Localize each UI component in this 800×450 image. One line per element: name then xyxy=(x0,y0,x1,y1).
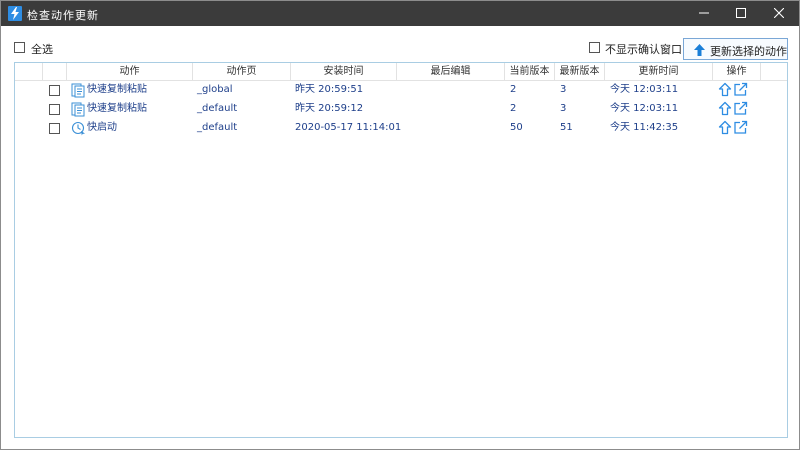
action-name: 快速复制粘贴 xyxy=(87,103,147,114)
external-link-icon[interactable] xyxy=(733,101,748,116)
table-row[interactable]: 快速复制粘贴 _default 昨天 20:59:12 2 3 今天 12:03… xyxy=(15,100,787,119)
maximize-button[interactable] xyxy=(724,1,758,26)
installed-time: 昨天 20:59:12 xyxy=(295,103,364,114)
arrow-up-icon xyxy=(694,44,705,56)
column-header-last-edit[interactable]: 最后编辑 xyxy=(397,63,505,80)
row-checkbox[interactable] xyxy=(49,85,60,96)
update-selected-button[interactable]: 更新选择的动作 xyxy=(683,38,788,60)
action-page: _default xyxy=(197,103,238,114)
installed-time: 昨天 20:59:51 xyxy=(295,84,364,95)
updated-time: 今天 12:03:11 xyxy=(610,84,679,95)
table-row[interactable]: 快启动 _default 2020-05-17 11:14:01 50 51 今… xyxy=(15,119,787,138)
column-header-checkbox xyxy=(15,63,43,80)
column-header-latest-version[interactable]: 最新版本 xyxy=(555,63,605,80)
current-version: 50 xyxy=(510,122,523,133)
updated-time: 今天 11:42:35 xyxy=(610,122,679,133)
maximize-icon xyxy=(736,8,746,18)
action-page: _default xyxy=(197,122,238,133)
table-header: 动作 动作页 安装时间 最后编辑 当前版本 最新版本 更新时间 操作 xyxy=(15,63,787,81)
action-name: 快启动 xyxy=(87,122,117,133)
latest-version: 51 xyxy=(560,122,573,133)
column-header-current-version[interactable]: 当前版本 xyxy=(505,63,555,80)
external-link-icon[interactable] xyxy=(733,120,748,135)
column-header-spacer xyxy=(43,63,67,80)
window: 检查动作更新 全选 不显示确认窗口 更新选择的动作 动作 动作页 安装时间 最后… xyxy=(0,0,800,450)
minimize-icon xyxy=(699,12,709,14)
select-all-label: 全选 xyxy=(31,43,53,56)
close-icon xyxy=(774,8,784,18)
no-confirm-label: 不显示确认窗口 xyxy=(605,43,682,56)
select-all-checkbox[interactable] xyxy=(14,42,25,53)
close-button[interactable] xyxy=(762,1,796,26)
no-confirm-checkbox[interactable] xyxy=(589,42,600,53)
title-bar[interactable]: 检查动作更新 xyxy=(1,1,799,26)
minimize-button[interactable] xyxy=(687,1,721,26)
actions-table: 动作 动作页 安装时间 最后编辑 当前版本 最新版本 更新时间 操作 快速复制粘… xyxy=(14,62,788,438)
quick-launch-icon xyxy=(71,121,85,136)
column-header-updated[interactable]: 更新时间 xyxy=(605,63,713,80)
copy-paste-icon xyxy=(71,102,85,117)
row-checkbox[interactable] xyxy=(49,123,60,134)
window-title: 检查动作更新 xyxy=(27,9,99,22)
lightning-app-icon xyxy=(8,6,22,21)
latest-version: 3 xyxy=(560,84,567,95)
external-link-icon[interactable] xyxy=(733,82,748,97)
upload-arrow-icon[interactable] xyxy=(718,82,732,97)
column-header-installed[interactable]: 安装时间 xyxy=(291,63,397,80)
column-header-page[interactable]: 动作页 xyxy=(193,63,291,80)
update-selected-label: 更新选择的动作 xyxy=(710,45,787,58)
column-header-action[interactable]: 动作 xyxy=(67,63,193,80)
table-row[interactable]: 快速复制粘贴 _global 昨天 20:59:51 2 3 今天 12:03:… xyxy=(15,81,787,100)
upload-arrow-icon[interactable] xyxy=(718,101,732,116)
row-checkbox[interactable] xyxy=(49,104,60,115)
action-page: _global xyxy=(197,84,233,95)
latest-version: 3 xyxy=(560,103,567,114)
copy-paste-icon xyxy=(71,83,85,98)
current-version: 2 xyxy=(510,84,517,95)
action-name: 快速复制粘贴 xyxy=(87,84,147,95)
installed-time: 2020-05-17 11:14:01 xyxy=(295,122,402,133)
column-header-operations: 操作 xyxy=(713,63,761,80)
updated-time: 今天 12:03:11 xyxy=(610,103,679,114)
current-version: 2 xyxy=(510,103,517,114)
upload-arrow-icon[interactable] xyxy=(718,120,732,135)
